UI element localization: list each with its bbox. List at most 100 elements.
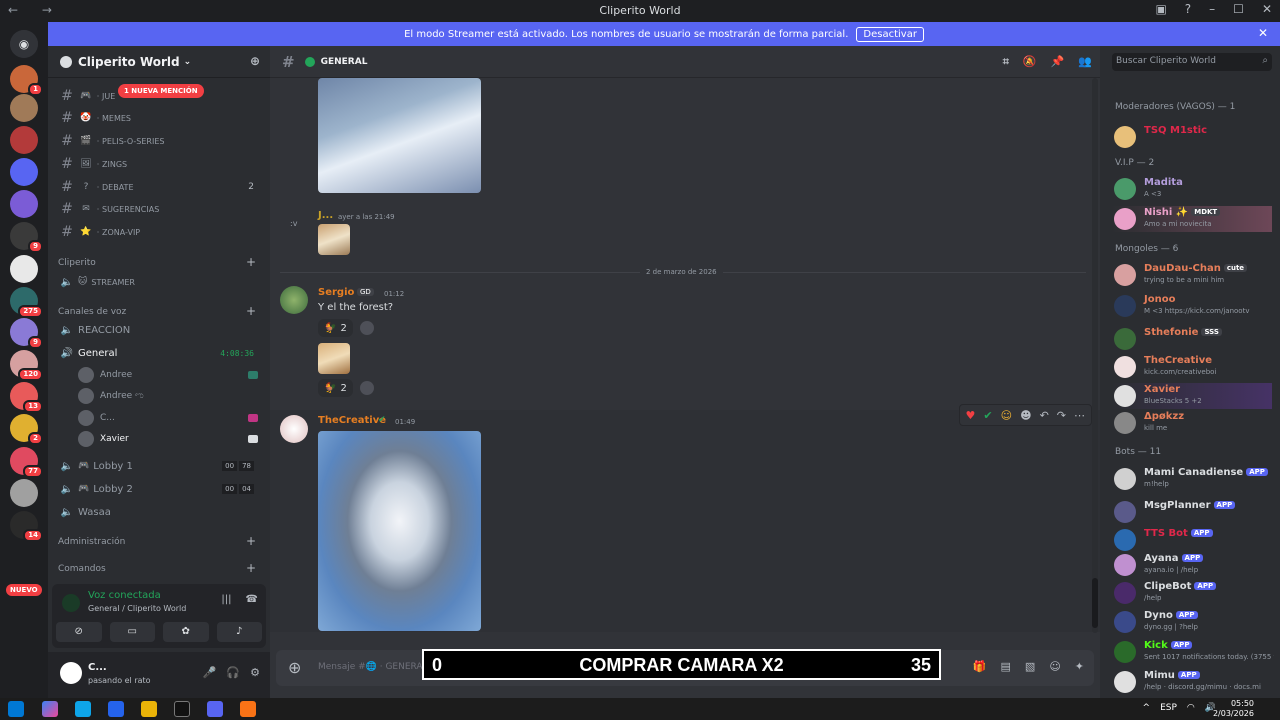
- deactivate-button[interactable]: Desactivar: [856, 26, 924, 42]
- server-icon[interactable]: [10, 94, 38, 122]
- pin-icon[interactable]: 📌: [1051, 55, 1065, 69]
- server-icon[interactable]: [10, 255, 38, 283]
- voice-user[interactable]: C...: [78, 408, 262, 428]
- emoji-icon[interactable]: ☺: [1049, 660, 1060, 673]
- server-icon[interactable]: 275: [10, 287, 43, 318]
- channel-item[interactable]: # ⭐ · ZONA-VIP: [56, 222, 262, 242]
- new-mention-pill[interactable]: 1 NUEVA MENCIÓN: [118, 84, 204, 98]
- member-item[interactable]: TTS Bot APP: [1112, 527, 1272, 553]
- scroll-thumb[interactable]: [1092, 578, 1098, 628]
- settings-gear-icon[interactable]: ⚙: [250, 666, 260, 679]
- message-input[interactable]: Mensaje #🌐 · GENERAL: [318, 662, 428, 672]
- add-channel-icon[interactable]: +: [246, 255, 256, 269]
- screen-share-button[interactable]: ▭: [109, 622, 155, 642]
- category-admin[interactable]: Administración +: [58, 534, 260, 548]
- noise-suppression-icon[interactable]: |||: [221, 594, 231, 605]
- discord-home-icon[interactable]: ◉: [10, 30, 38, 58]
- forward-icon[interactable]: ↷: [1057, 409, 1066, 422]
- server-icon[interactable]: 120: [10, 350, 43, 381]
- obs-icon[interactable]: [174, 701, 190, 717]
- server-icon[interactable]: 14: [10, 511, 43, 542]
- cat-image-attachment[interactable]: [318, 78, 481, 193]
- file-explorer-icon[interactable]: [141, 701, 157, 717]
- activities-button[interactable]: ✿: [163, 622, 209, 642]
- category-voice[interactable]: Canales de voz +: [58, 304, 260, 318]
- check-reaction-icon[interactable]: ✔: [983, 409, 992, 422]
- sticker-image[interactable]: [318, 224, 350, 255]
- avatar[interactable]: [60, 662, 82, 684]
- notifications-off-icon[interactable]: 🔕: [1023, 55, 1037, 69]
- windows-start-icon[interactable]: [8, 701, 24, 717]
- server-icon[interactable]: [10, 126, 38, 154]
- sticker-image[interactable]: [318, 343, 350, 374]
- wifi-icon[interactable]: ◠: [1187, 703, 1195, 713]
- add-channel-icon[interactable]: +: [246, 561, 256, 575]
- channel-general-voice[interactable]: 🔊 General 4:08:36: [56, 343, 262, 363]
- server-icon[interactable]: 77: [10, 447, 43, 478]
- member-item[interactable]: Sthefonie SSS: [1112, 326, 1272, 352]
- message-author[interactable]: TheCreative: [318, 415, 386, 426]
- brave-icon[interactable]: [240, 701, 256, 717]
- gift-icon[interactable]: 🎁: [973, 660, 987, 673]
- search-input[interactable]: Buscar Cliperito World ⌕: [1112, 53, 1272, 71]
- microphone-icon[interactable]: 🎤: [203, 666, 217, 679]
- add-member-icon[interactable]: ⊕: [250, 54, 260, 68]
- help-icon[interactable]: ?: [1185, 2, 1191, 16]
- close-window-button[interactable]: ✕: [1262, 2, 1272, 16]
- member-item[interactable]: MsgPlanner APP: [1112, 499, 1272, 525]
- guild-header[interactable]: Cliperito World ⌄ ⊕: [48, 46, 270, 78]
- channel-item[interactable]: # 🖼 · ZINGS: [56, 154, 262, 174]
- camera-off-button[interactable]: ⊘: [56, 622, 102, 642]
- gif-icon[interactable]: ▤: [1001, 660, 1011, 673]
- voice-user[interactable]: Xavier: [78, 429, 262, 449]
- vscode-icon[interactable]: [108, 701, 124, 717]
- clock[interactable]: 05:50 2/03/2026: [1213, 699, 1254, 719]
- member-list-icon[interactable]: 👥: [1078, 55, 1092, 69]
- discord-taskbar-icon[interactable]: [207, 701, 223, 717]
- channel-item[interactable]: # 🎬 · PELIS-O-SERIES: [56, 131, 262, 151]
- channel-reaccion[interactable]: 🔈 REACCION: [56, 320, 262, 340]
- voice-user[interactable]: Andree ಌ: [78, 386, 262, 406]
- server-icon[interactable]: 9: [10, 318, 43, 349]
- category-cliperito[interactable]: Cliperito +: [58, 255, 260, 269]
- add-channel-icon[interactable]: +: [246, 304, 256, 318]
- inbox-icon[interactable]: ▣: [1155, 2, 1166, 16]
- reaction-chip[interactable]: 🐓 2: [318, 319, 353, 337]
- avatar[interactable]: [280, 415, 308, 443]
- heart-reaction-icon[interactable]: ♥: [966, 409, 976, 422]
- reply-icon[interactable]: ↶: [1040, 409, 1049, 422]
- server-icon[interactable]: 9: [10, 222, 43, 253]
- member-item[interactable]: TheCreative kick.com/creativeboi: [1112, 354, 1272, 380]
- laugh-reaction-icon[interactable]: ☺: [1001, 409, 1012, 422]
- disconnect-icon[interactable]: ☎: [246, 594, 258, 605]
- add-reaction-icon[interactable]: [360, 381, 374, 395]
- member-item[interactable]: TSQ M1stic: [1112, 124, 1272, 150]
- channel-wasaa[interactable]: 🔈 Wasaa: [56, 502, 262, 522]
- attach-plus-icon[interactable]: ⊕: [288, 658, 301, 677]
- voice-user[interactable]: Andree: [78, 365, 262, 385]
- server-icon[interactable]: 1: [10, 65, 43, 96]
- soundboard-button[interactable]: ♪: [216, 622, 262, 642]
- member-item[interactable]: Ayana APP ayana.io | /help: [1112, 552, 1272, 578]
- member-item[interactable]: DauDau-Chan cute trying to be a mini him: [1112, 262, 1272, 288]
- message-author[interactable]: Sergio: [318, 287, 354, 298]
- member-item[interactable]: ClipeBot APP/help: [1112, 580, 1272, 606]
- username[interactable]: C...: [88, 662, 107, 673]
- copilot-icon[interactable]: [42, 701, 58, 717]
- reaction-chip[interactable]: 🐓 2: [318, 379, 353, 397]
- member-item[interactable]: Mimu APP/help · discord.gg/mimu · docs.mi: [1112, 669, 1272, 695]
- message-author[interactable]: J...: [318, 210, 333, 221]
- member-item[interactable]: Dyno APP dyno.gg | ?help: [1112, 609, 1272, 635]
- maximize-button[interactable]: ☐: [1233, 2, 1244, 16]
- channel-lobby[interactable]: 🔈 🎮 Lobby 1 00 78: [56, 456, 262, 476]
- server-icon[interactable]: 13: [10, 382, 43, 413]
- member-item[interactable]: Kick APP Sent 1017 notifications today. (3…: [1112, 639, 1274, 665]
- voice-status[interactable]: Voz conectada: [88, 590, 161, 601]
- category-commands[interactable]: Comandos +: [58, 561, 260, 575]
- more-icon[interactable]: ⋯: [1074, 409, 1085, 422]
- member-item[interactable]: Xavier BlueStacks 5 +2: [1112, 383, 1272, 409]
- threads-icon[interactable]: ⌗: [1003, 55, 1009, 69]
- channel-item[interactable]: # 🤡 · MEMES: [56, 108, 262, 128]
- headphones-icon[interactable]: 🎧: [226, 666, 240, 679]
- server-icon[interactable]: [10, 158, 38, 186]
